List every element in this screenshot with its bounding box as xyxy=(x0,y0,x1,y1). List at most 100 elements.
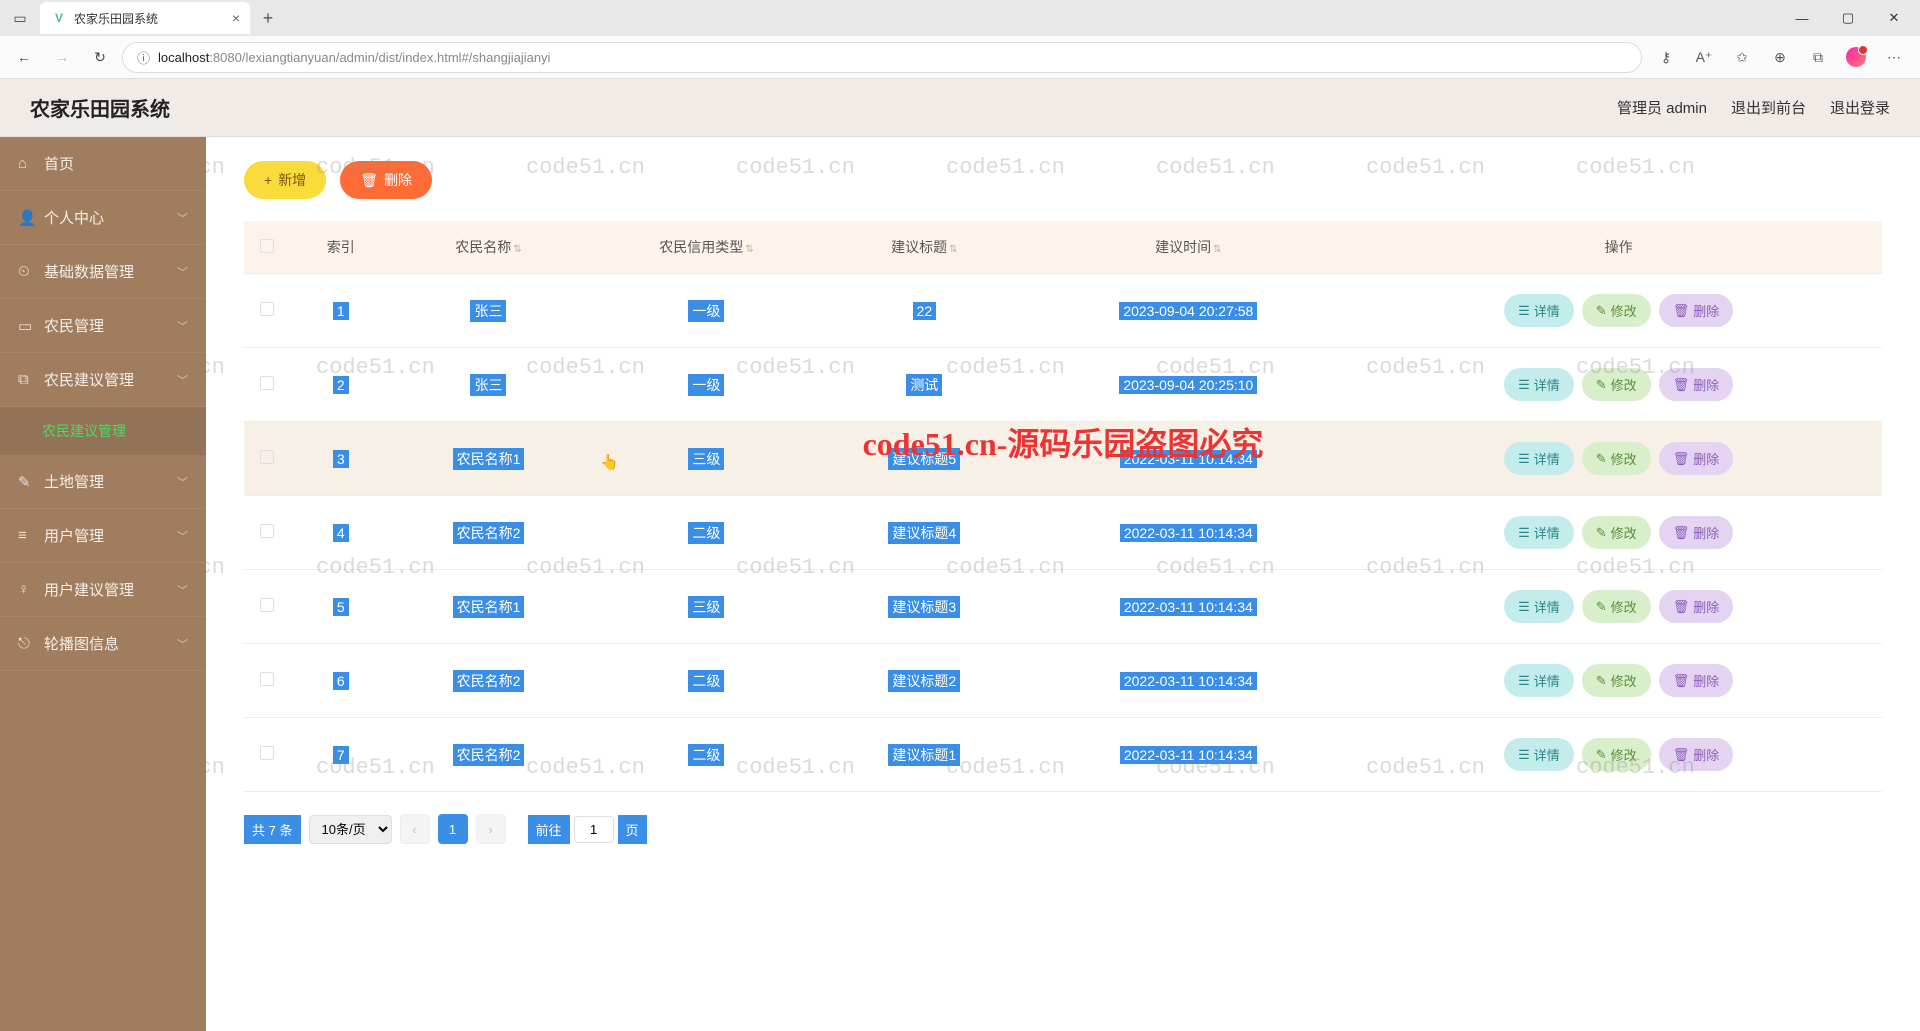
edit-button[interactable]: ✎ 修改 xyxy=(1582,442,1651,475)
row-delete-button[interactable]: 🗑 删除 xyxy=(1659,590,1734,623)
sidebar-item-home[interactable]: ⌂ 首页 xyxy=(0,137,206,191)
sidebar-item-label: 首页 xyxy=(44,153,74,174)
user-label[interactable]: 管理员 admin xyxy=(1617,97,1707,118)
sort-icon[interactable]: ⇅ xyxy=(745,244,753,255)
add-label: 新增 xyxy=(278,170,306,190)
cell-index: 2 xyxy=(333,376,349,394)
col-sugg-time: 建议时间⇅ xyxy=(1021,221,1355,274)
cell-sugg-time: 2023-09-04 20:27:58 xyxy=(1119,302,1257,320)
data-table: 索引 农民名称⇅ 农民信用类型⇅ 建议标题⇅ 建议时间⇅ 操作 1张三一级222… xyxy=(244,221,1882,792)
jump-suffix: 页 xyxy=(618,815,647,844)
edit-button[interactable]: ✎ 修改 xyxy=(1582,590,1651,623)
col-credit-type: 农民信用类型⇅ xyxy=(586,221,828,274)
collections-icon[interactable]: ⊕ xyxy=(1762,41,1798,73)
cell-index: 7 xyxy=(333,746,349,764)
page-1-button[interactable]: 1 xyxy=(438,814,468,844)
extensions-icon[interactable]: ⧉ xyxy=(1800,41,1836,73)
browser-tab[interactable]: V 农家乐田园系统 × xyxy=(40,2,250,34)
row-checkbox[interactable] xyxy=(260,598,274,612)
detail-button[interactable]: ☰ 详情 xyxy=(1504,590,1574,623)
edit-button[interactable]: ✎ 修改 xyxy=(1582,294,1651,327)
next-page-button[interactable]: › xyxy=(476,814,506,844)
sidebar-item-suggestion[interactable]: ⧉ 农民建议管理 ﹀ xyxy=(0,353,206,407)
row-checkbox[interactable] xyxy=(260,302,274,316)
sidebar-item-basedata[interactable]: ⏲ 基础数据管理 ﹀ xyxy=(0,245,206,299)
close-tab-icon[interactable]: × xyxy=(232,10,240,26)
window-controls: — ▢ ✕ xyxy=(1780,2,1916,34)
sidebar-item-user-suggestion[interactable]: ♀ 用户建议管理 ﹀ xyxy=(0,563,206,617)
refresh-button[interactable]: ↻ xyxy=(84,41,116,73)
chevron-down-icon: ﹀ xyxy=(177,474,188,490)
detail-button[interactable]: ☰ 详情 xyxy=(1504,516,1574,549)
row-delete-button[interactable]: 🗑 删除 xyxy=(1659,294,1734,327)
sidebar-item-farmer[interactable]: ▭ 农民管理 ﹀ xyxy=(0,299,206,353)
row-delete-button[interactable]: 🗑 删除 xyxy=(1659,738,1734,771)
row-checkbox[interactable] xyxy=(260,376,274,390)
edit-icon: ✎ xyxy=(1596,599,1607,615)
cell-credit-type: 一级 xyxy=(688,374,724,396)
sidebar-item-land[interactable]: ✎ 土地管理 ﹀ xyxy=(0,455,206,509)
cell-index: 4 xyxy=(333,524,349,542)
main-content: + 新增 🗑 删除 索引 农民名称⇅ 农民信用类型⇅ 建议标题⇅ 建 xyxy=(206,137,1920,1031)
row-delete-button[interactable]: 🗑 删除 xyxy=(1659,664,1734,697)
edit-button[interactable]: ✎ 修改 xyxy=(1582,664,1651,697)
menu-icon[interactable]: ⋯ xyxy=(1876,41,1912,73)
trash-icon: 🗑 xyxy=(1673,525,1690,541)
row-delete-button[interactable]: 🗑 删除 xyxy=(1659,368,1734,401)
select-all-checkbox[interactable] xyxy=(260,239,274,253)
detail-button[interactable]: ☰ 详情 xyxy=(1504,368,1574,401)
logout-front-link[interactable]: 退出到前台 xyxy=(1731,97,1806,118)
sidebar-item-profile[interactable]: 👤 个人中心 ﹀ xyxy=(0,191,206,245)
favorites-icon[interactable]: ✩ xyxy=(1724,41,1760,73)
sidebar-item-users[interactable]: ≡ 用户管理 ﹀ xyxy=(0,509,206,563)
detail-button[interactable]: ☰ 详情 xyxy=(1504,294,1574,327)
logout-link[interactable]: 退出登录 xyxy=(1830,97,1890,118)
auth-icon[interactable]: ⚷ xyxy=(1648,41,1684,73)
app-header: 农家乐田园系统 管理员 admin 退出到前台 退出登录 xyxy=(0,79,1920,137)
detail-button[interactable]: ☰ 详情 xyxy=(1504,738,1574,771)
back-button[interactable]: ← xyxy=(8,41,40,73)
delete-button[interactable]: 🗑 删除 xyxy=(340,161,432,199)
sort-icon[interactable]: ⇅ xyxy=(513,244,521,255)
tab-actions-icon[interactable]: ▭ xyxy=(4,4,36,32)
sidebar-subitem-suggestion[interactable]: 农民建议管理 xyxy=(0,407,206,455)
add-button[interactable]: + 新增 xyxy=(244,161,326,199)
profile-icon[interactable] xyxy=(1838,41,1874,73)
detail-button[interactable]: ☰ 详情 xyxy=(1504,664,1574,697)
row-checkbox[interactable] xyxy=(260,672,274,686)
url-bar[interactable]: ⓘ localhost:8080/lexiangtianyuan/admin/d… xyxy=(122,42,1642,73)
edit-button[interactable]: ✎ 修改 xyxy=(1582,738,1651,771)
site-info-icon[interactable]: ⓘ xyxy=(137,48,150,67)
maximize-icon[interactable]: ▢ xyxy=(1826,2,1870,34)
chevron-down-icon: ﹀ xyxy=(177,372,188,388)
page-size-select[interactable]: 10条/页 xyxy=(309,815,392,844)
detail-button[interactable]: ☰ 详情 xyxy=(1504,442,1574,475)
row-delete-button[interactable]: 🗑 删除 xyxy=(1659,516,1734,549)
sort-icon[interactable]: ⇅ xyxy=(949,244,957,255)
edit-button[interactable]: ✎ 修改 xyxy=(1582,516,1651,549)
cell-index: 3 xyxy=(333,450,349,468)
row-checkbox[interactable] xyxy=(260,450,274,464)
sort-icon[interactable]: ⇅ xyxy=(1213,244,1221,255)
trash-icon: 🗑 xyxy=(1673,599,1690,615)
col-actions: 操作 xyxy=(1355,221,1882,274)
close-window-icon[interactable]: ✕ xyxy=(1872,2,1916,34)
jump-page-input[interactable] xyxy=(574,816,614,843)
cell-index: 6 xyxy=(333,672,349,690)
cell-farmer-name: 农民名称1 xyxy=(453,596,525,618)
edit-button[interactable]: ✎ 修改 xyxy=(1582,368,1651,401)
action-bar: + 新增 🗑 删除 xyxy=(244,161,1882,199)
read-aloud-icon[interactable]: A⁺ xyxy=(1686,41,1722,73)
row-checkbox[interactable] xyxy=(260,746,274,760)
new-tab-button[interactable]: + xyxy=(254,4,282,32)
prev-page-button[interactable]: ‹ xyxy=(400,814,430,844)
edit-icon: ✎ xyxy=(1596,673,1607,689)
row-delete-button[interactable]: 🗑 删除 xyxy=(1659,442,1734,475)
cell-credit-type: 二级 xyxy=(688,744,724,766)
minimize-icon[interactable]: — xyxy=(1780,2,1824,34)
cell-farmer-name: 农民名称2 xyxy=(453,744,525,766)
cell-sugg-title: 22 xyxy=(913,302,937,320)
sidebar-item-carousel[interactable]: ⎋ 轮播图信息 ﹀ xyxy=(0,617,206,671)
row-checkbox[interactable] xyxy=(260,524,274,538)
cell-credit-type: 二级 xyxy=(688,670,724,692)
